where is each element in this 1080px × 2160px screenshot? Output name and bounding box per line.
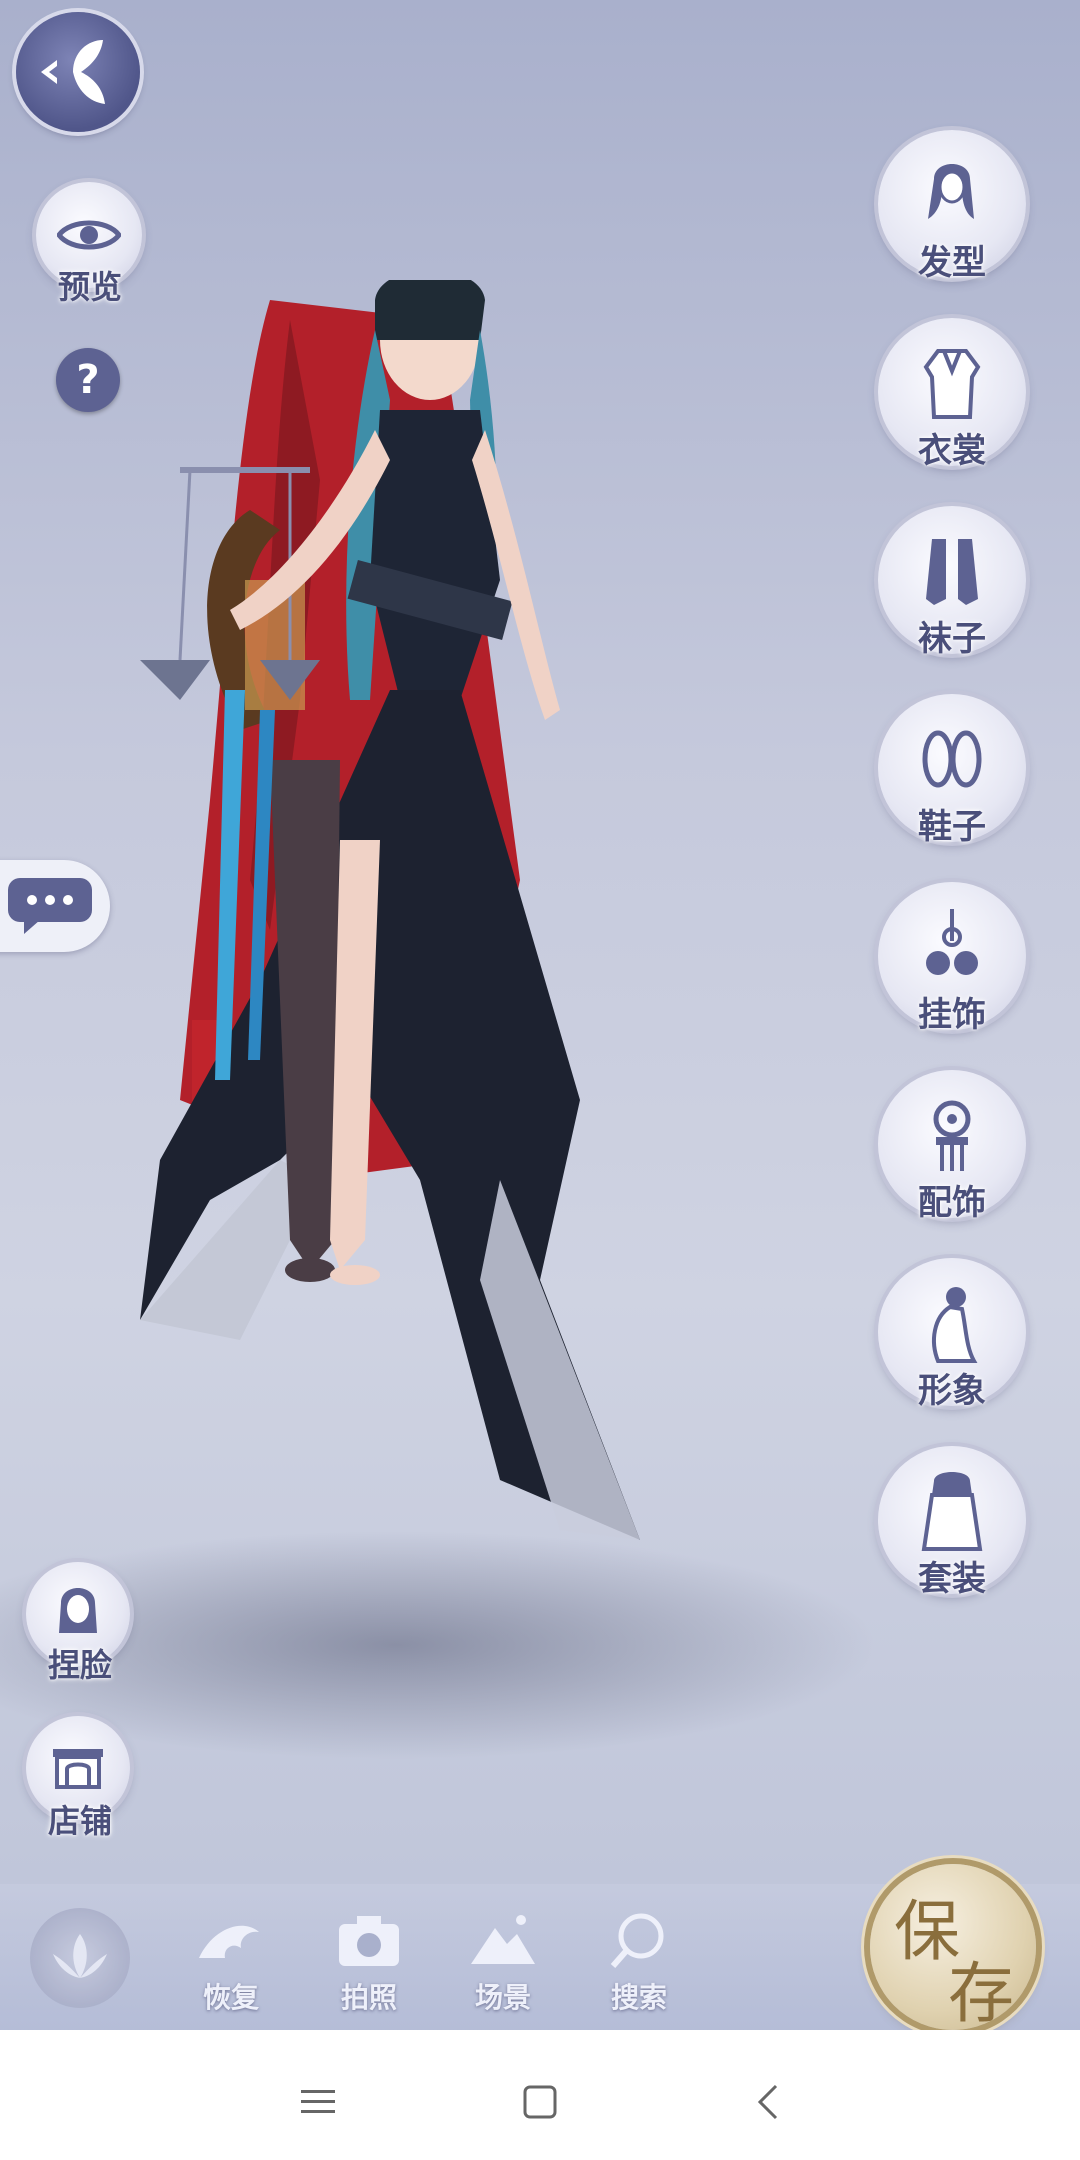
- menu-socks-button[interactable]: 袜子: [878, 506, 1026, 659]
- menu-clothes-button[interactable]: 衣裳: [878, 318, 1026, 471]
- character-model[interactable]: [120, 280, 900, 1740]
- scene-label: 场景: [474, 1981, 531, 2014]
- shop-icon: [53, 1749, 103, 1789]
- lotus-icon: [53, 1934, 107, 1978]
- back-butterfly-icon: [41, 40, 105, 104]
- menu-outfit-label: 套装: [918, 1559, 986, 1599]
- dress-icon: [923, 349, 981, 419]
- help-icon: ?: [76, 357, 100, 403]
- home-button[interactable]: [510, 2072, 570, 2132]
- photo-button[interactable]: 拍照: [314, 1908, 424, 2016]
- back-nav-button[interactable]: [738, 2072, 798, 2132]
- preview-label: 预览: [57, 268, 122, 306]
- lotus-button[interactable]: [30, 1908, 130, 2008]
- menu-shoes-label: 鞋子: [918, 807, 986, 847]
- menu-shoes-button[interactable]: 鞋子: [878, 694, 1026, 847]
- back-button[interactable]: [16, 12, 140, 132]
- system-nav-bar: [0, 2030, 1080, 2160]
- shop-label: 店铺: [47, 1802, 112, 1840]
- save-label-char2: 存: [948, 1955, 1014, 2032]
- shoes-icon: [922, 730, 982, 788]
- menu-image-label: 形象: [918, 1371, 986, 1411]
- chat-bubble-icon: [8, 878, 92, 934]
- chevron-left-icon: [757, 2084, 778, 2120]
- mountain-scene-icon: [471, 1915, 535, 1964]
- hairstyle-icon: [928, 164, 974, 219]
- outfit-icon: [921, 1472, 983, 1551]
- menu-socks-label: 袜子: [918, 619, 986, 659]
- menu-hanging-label: 挂饰: [918, 995, 986, 1035]
- recents-button[interactable]: [288, 2072, 348, 2132]
- search-button[interactable]: 搜索: [584, 1908, 694, 2016]
- face-icon: [59, 1588, 97, 1633]
- hairpin-icon: [933, 1100, 971, 1171]
- photo-label: 拍照: [340, 1981, 397, 2014]
- menu-image-button[interactable]: 形象: [878, 1258, 1026, 1411]
- bells-icon: [926, 909, 978, 975]
- menu-hanging-button[interactable]: 挂饰: [878, 882, 1026, 1035]
- menu-hair-label: 发型: [918, 243, 986, 283]
- search-icon: [610, 1913, 664, 1968]
- menu-clothes-label: 衣裳: [918, 431, 986, 471]
- home-square-icon: [523, 2085, 557, 2119]
- chat-button[interactable]: [0, 860, 110, 952]
- restore-button[interactable]: 恢复: [176, 1908, 286, 2016]
- menu-accessory-label: 配饰: [918, 1183, 986, 1223]
- eye-icon: [57, 220, 121, 250]
- restore-label: 恢复: [202, 1981, 259, 2014]
- wave-restore-icon: [199, 1925, 259, 1958]
- scene-button[interactable]: 场景: [448, 1908, 558, 2016]
- search-label: 搜索: [610, 1981, 667, 2014]
- menu-lines-icon: [301, 2090, 335, 2113]
- figure-icon: [932, 1287, 978, 1363]
- help-button[interactable]: ?: [56, 348, 120, 412]
- socks-icon: [926, 539, 978, 605]
- save-button[interactable]: 保 存: [870, 1864, 1036, 2032]
- camera-icon: [339, 1916, 399, 1966]
- face-edit-label: 捏脸: [47, 1646, 112, 1684]
- menu-outfit-button[interactable]: 套装: [878, 1446, 1026, 1599]
- menu-hair-button[interactable]: 发型: [878, 130, 1026, 283]
- menu-accessory-button[interactable]: 配饰: [878, 1070, 1026, 1223]
